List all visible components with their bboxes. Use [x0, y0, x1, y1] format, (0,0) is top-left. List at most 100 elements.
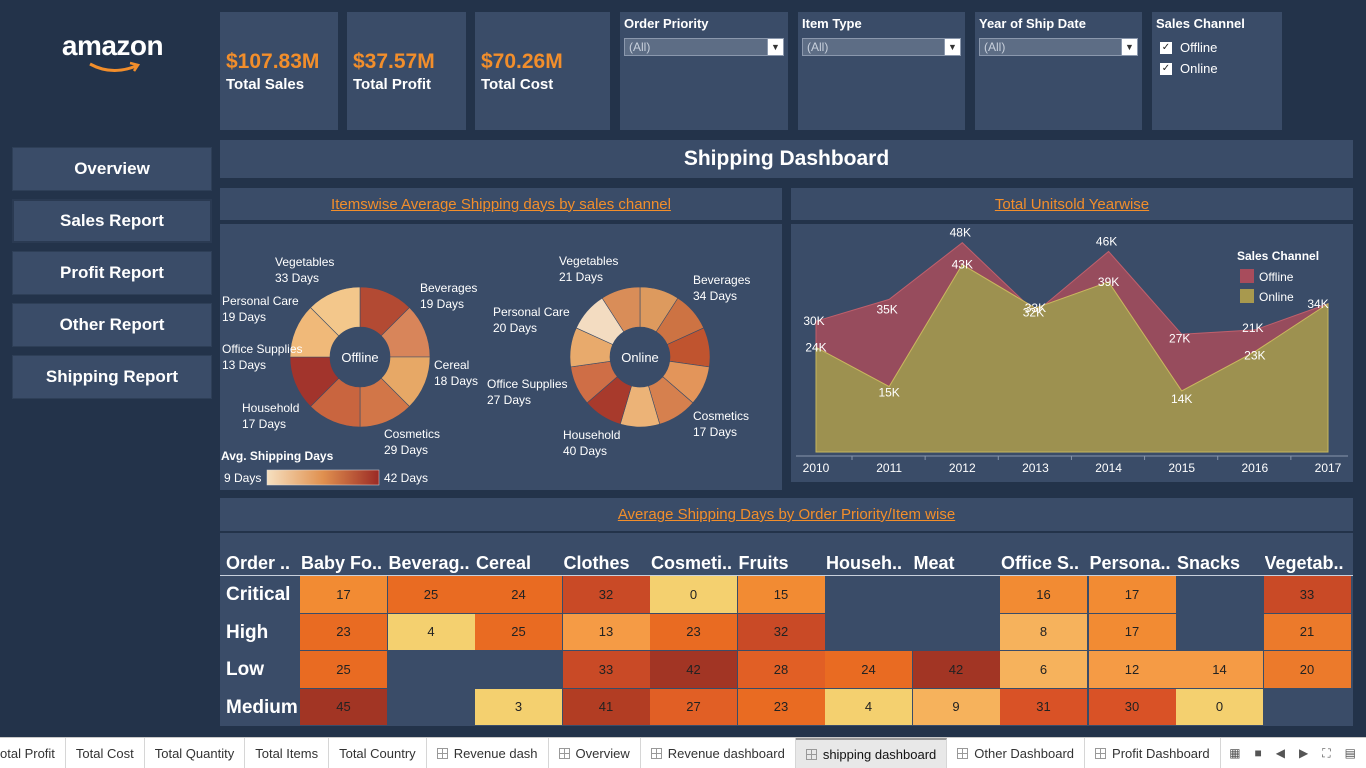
heatmap-title[interactable]: Average Shipping Days by Order Priority/…	[220, 498, 1353, 531]
heatmap-row-header[interactable]: Medium	[226, 697, 298, 719]
nav-profit-report-button[interactable]: Profit Report	[12, 251, 212, 295]
heatmap-cell[interactable]: 25	[475, 613, 562, 650]
filmstrip-icon[interactable]: ▦	[1229, 746, 1240, 760]
heatmap-cell[interactable]: 16	[1000, 576, 1087, 613]
filter-title: Item Type	[802, 16, 862, 31]
area-section-title[interactable]: Total Unitsold Yearwise	[791, 188, 1353, 220]
heatmap-cell[interactable]: 4	[387, 613, 475, 650]
heatmap-cell[interactable]: 24	[475, 576, 562, 613]
heatmap-column-header[interactable]: Baby Fo..	[301, 553, 387, 574]
chevron-down-icon[interactable]: ▼	[1121, 39, 1137, 55]
heatmap-cell[interactable]: 25	[300, 651, 387, 688]
heatmap-cell[interactable]: 33	[562, 651, 650, 688]
heatmap-cell[interactable]: 42	[650, 651, 737, 688]
heatmap-cell[interactable]: 33	[1263, 576, 1351, 613]
heatmap-cell[interactable]: 17	[1088, 613, 1176, 650]
sheet-tab[interactable]: Total Cost	[66, 738, 145, 768]
heatmap-cell[interactable]: 32	[562, 576, 650, 613]
heatmap-cell[interactable]: 23	[650, 613, 737, 650]
heatmap-cell[interactable]: 23	[737, 688, 825, 725]
heatmap-cell[interactable]: 6	[1000, 651, 1087, 688]
year-ship-date-dropdown[interactable]: (All) ▼	[979, 38, 1138, 56]
heatmap-column-header[interactable]: Persona..	[1090, 553, 1176, 574]
heatmap-cell[interactable]: 12	[1088, 651, 1176, 688]
heatmap-column-header[interactable]: Meat	[914, 553, 1000, 574]
heatmap-cell[interactable]: 30	[1088, 688, 1176, 725]
heatmap-cell[interactable]: 42	[912, 651, 1000, 688]
nav-overview-button[interactable]: Overview	[12, 147, 212, 191]
heatmap-column-header[interactable]: Househ..	[826, 553, 912, 574]
heatmap-cell[interactable]: 15	[737, 576, 825, 613]
heatmap-cell[interactable]: 27	[650, 688, 737, 725]
heatmap-cell[interactable]: 3	[475, 688, 562, 725]
offline-slice-value: 17 Days	[242, 417, 286, 431]
sheet-tab[interactable]: Total Quantity	[145, 738, 246, 768]
heatmap-cell[interactable]: 17	[300, 576, 387, 613]
heatmap-column-header[interactable]: Clothes	[564, 553, 650, 574]
heatmap-cell[interactable]: 13	[562, 613, 650, 650]
heatmap-column-header[interactable]: Office S..	[1001, 553, 1087, 574]
heatmap-cell[interactable]: 32	[737, 613, 825, 650]
sheet-tab[interactable]: Profit Dashboard	[1085, 738, 1221, 768]
heatmap-column-header[interactable]: Snacks	[1177, 553, 1263, 574]
nav-shipping-report-button[interactable]: Shipping Report	[12, 355, 212, 399]
online-checkbox[interactable]: ✓ Online	[1160, 61, 1278, 76]
heatmap-cell[interactable]: 4	[825, 688, 912, 725]
online-data-label: 23K	[1244, 349, 1265, 363]
x-tick-label: 2013	[1022, 461, 1049, 475]
checkbox-label: Offline	[1180, 40, 1218, 55]
heatmap-row-header[interactable]: Low	[226, 659, 264, 681]
next-icon[interactable]: ▶	[1299, 746, 1308, 760]
heatmap-column-header[interactable]: Cereal	[476, 553, 562, 574]
donut-section-title[interactable]: Itemswise Average Shipping days by sales…	[220, 188, 782, 220]
legend-swatch-offline[interactable]	[1240, 269, 1254, 283]
heatmap-cell[interactable]: 8	[1000, 613, 1087, 650]
heatmap-row-header[interactable]: Critical	[226, 584, 290, 606]
heatmap-cell[interactable]: 9	[912, 688, 1000, 725]
heatmap-cell[interactable]: 14	[1176, 651, 1263, 688]
heatmap-cell[interactable]: 0	[650, 576, 737, 613]
online-slice-label: Beverages	[693, 273, 750, 287]
sheet-tab[interactable]: Total Country	[329, 738, 427, 768]
stop-icon[interactable]: ■	[1255, 746, 1262, 760]
sheet-tab[interactable]: Other Dashboard	[947, 738, 1086, 768]
legend-swatch-online[interactable]	[1240, 289, 1254, 303]
offline-checkbox[interactable]: ✓ Offline	[1160, 40, 1278, 55]
checkmark-icon[interactable]: ✓	[1160, 41, 1172, 54]
chevron-down-icon[interactable]: ▼	[767, 39, 783, 55]
heatmap-cell[interactable]: 45	[300, 688, 387, 725]
heatmap-cell[interactable]: 28	[737, 651, 825, 688]
heatmap-cell[interactable]: 23	[300, 613, 387, 650]
heatmap-cell[interactable]: 41	[562, 688, 650, 725]
heatmap-cell[interactable]: 21	[1263, 613, 1351, 650]
heatmap-cell[interactable]: 31	[1000, 688, 1087, 725]
sheet-tab[interactable]: Revenue dash	[427, 738, 549, 768]
filter-title: Order Priority	[624, 16, 709, 31]
nav-sales-report-button[interactable]: Sales Report	[12, 199, 212, 243]
heatmap-cell[interactable]: 25	[387, 576, 475, 613]
checkmark-icon[interactable]: ✓	[1160, 62, 1172, 75]
heatmap-cell[interactable]: 20	[1263, 651, 1351, 688]
sheet-tab[interactable]: Total Items	[245, 738, 330, 768]
chevron-down-icon[interactable]: ▼	[944, 39, 960, 55]
heatmap-row-header[interactable]: High	[226, 622, 268, 644]
prev-icon[interactable]: ◀	[1276, 746, 1285, 760]
online-center-label: Online	[621, 350, 659, 365]
donut-chart-panel: Offline Online Vegetables 33 Days Beverages 1…	[220, 224, 782, 490]
grid-icon[interactable]: ▤	[1345, 746, 1356, 760]
item-type-dropdown[interactable]: (All) ▼	[802, 38, 961, 56]
nav-other-report-button[interactable]: Other Report	[12, 303, 212, 347]
sheet-tab[interactable]: Overview	[549, 738, 641, 768]
sheet-tab[interactable]: Revenue dashboard	[641, 738, 796, 768]
heatmap-column-header[interactable]: Vegetab..	[1265, 553, 1351, 574]
heatmap-column-header[interactable]: Fruits	[739, 553, 825, 574]
heatmap-column-header[interactable]: Beverag..	[389, 553, 475, 574]
fullscreen-icon[interactable]: ⛶	[1322, 746, 1330, 761]
order-priority-dropdown[interactable]: (All) ▼	[624, 38, 784, 56]
heatmap-cell[interactable]: 0	[1176, 688, 1263, 725]
heatmap-column-header[interactable]: Cosmeti..	[651, 553, 737, 574]
heatmap-cell[interactable]: 24	[825, 651, 912, 688]
heatmap-cell[interactable]: 17	[1088, 576, 1176, 613]
sheet-tab[interactable]: otal Profit	[0, 738, 66, 768]
sheet-tab[interactable]: shipping dashboard	[795, 738, 948, 768]
